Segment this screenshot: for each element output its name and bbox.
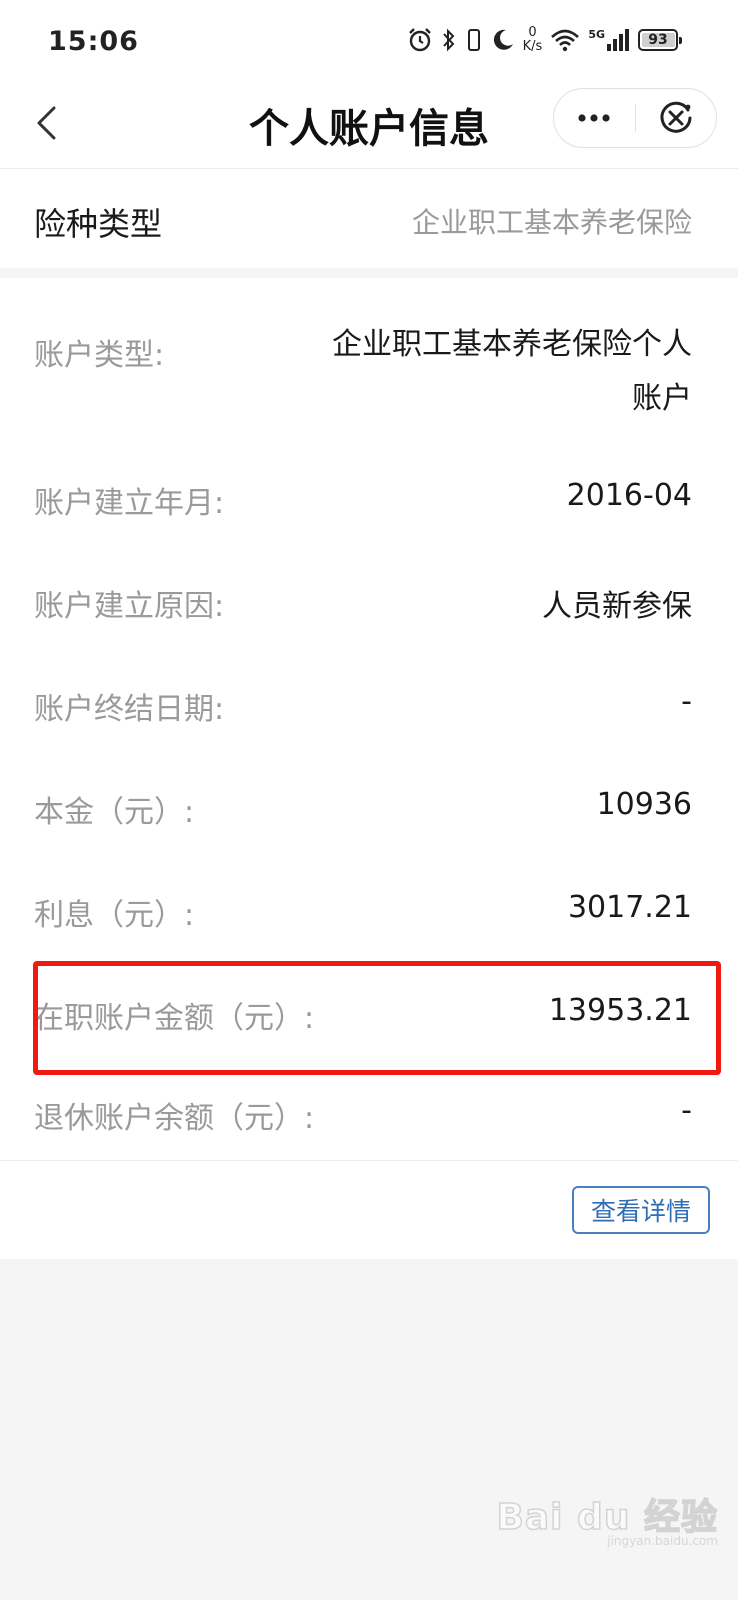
- account-open-reason-label: 账户建立原因:: [34, 589, 225, 624]
- view-details-button[interactable]: 查看详情: [572, 1186, 710, 1234]
- watermark-logo: Bai du 经验: [496, 1496, 718, 1539]
- principal-label: 本金（元）:: [34, 795, 195, 830]
- cellular-signal: 5G: [588, 28, 630, 52]
- mini-program-capsule: [553, 88, 717, 148]
- principal-value: 10936: [596, 787, 692, 822]
- close-mini-program-button[interactable]: [636, 89, 717, 147]
- account-open-reason-value: 人员新参保: [542, 589, 692, 624]
- target-close-icon: [660, 101, 692, 133]
- interest-label: 利息（元）:: [34, 898, 195, 933]
- status-icons: 0 K/s 5G 93: [407, 22, 682, 58]
- net-speed: 0 K/s: [523, 26, 543, 54]
- status-time: 15:06: [48, 26, 139, 57]
- account-type-label: 账户类型:: [34, 338, 165, 373]
- account-open-date-value: 2016-04: [566, 478, 692, 513]
- account-details-card: 账户类型: 企业职工基本养老保险个人账户 账户建立年月: 2016-04 账户建…: [0, 278, 738, 1160]
- watermark-site: jingyan.baidu.com: [607, 1534, 718, 1548]
- nav-bar: 个人账户信息: [0, 80, 738, 169]
- net-speed-unit: K/s: [522, 39, 543, 54]
- signal-bars-icon: [607, 29, 629, 51]
- bluetooth-icon: [442, 28, 455, 52]
- battery-level: 93: [648, 32, 668, 48]
- baidu-watermark: Bai du 经验 jingyan.baidu.com: [496, 1488, 718, 1548]
- account-open-date-label: 账户建立年月:: [34, 486, 225, 521]
- battery-indicator: 93: [638, 29, 682, 51]
- insurance-type-value: 企业职工基本养老保险: [411, 206, 692, 239]
- network-type: 5G: [588, 28, 605, 41]
- alarm-icon: [408, 28, 431, 52]
- retirement-balance-value: -: [681, 1093, 692, 1128]
- wifi-icon: [551, 29, 580, 52]
- highlight-annotation-box: [33, 961, 721, 1075]
- more-button[interactable]: [554, 89, 635, 147]
- insurance-type-label: 险种类型: [34, 205, 163, 243]
- footer-bar: 查看详情: [0, 1160, 738, 1259]
- retirement-balance-label: 退休账户余额（元）:: [34, 1101, 315, 1136]
- interest-value: 3017.21: [567, 890, 692, 925]
- net-speed-value: 0: [528, 25, 537, 40]
- moon-icon: [493, 29, 513, 50]
- status-bar: 15:06 0 K/s 5G 93: [0, 0, 738, 80]
- more-dots-icon: [578, 114, 610, 122]
- account-end-date-label: 账户终结日期:: [34, 692, 225, 727]
- account-end-date-value: -: [681, 684, 692, 719]
- insurance-type-row: 险种类型 企业职工基本养老保险: [0, 169, 738, 268]
- vibrate-icon: [467, 29, 480, 51]
- account-type-value: 企业职工基本养老保险个人账户: [332, 327, 692, 416]
